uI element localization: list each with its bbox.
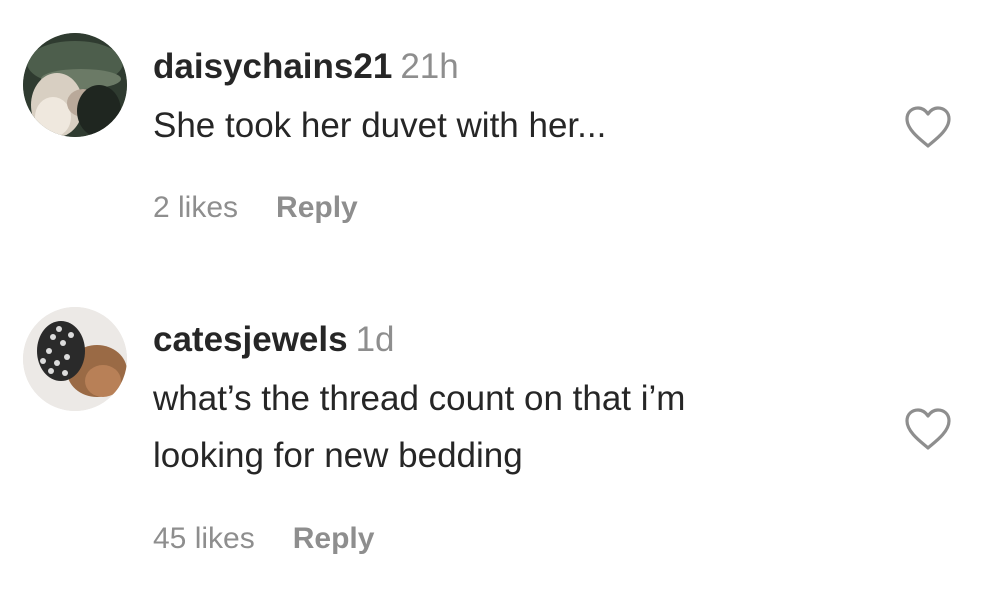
timestamp: 21h [400, 47, 459, 86]
reply-button[interactable]: Reply [293, 522, 375, 555]
heart-outline-icon[interactable] [903, 406, 953, 452]
reply-button[interactable]: Reply [276, 191, 358, 224]
likes-count[interactable]: 2 likes [153, 191, 238, 224]
username[interactable]: daisychains21 [153, 47, 392, 86]
avatar[interactable] [23, 33, 127, 137]
comment-text: what’s the thread count on that i’m look… [153, 370, 873, 484]
comment-text-line: what’s the thread count on that i’m [153, 379, 686, 418]
comment-meta: 45 likes Reply [153, 521, 374, 557]
comment-text-line: She took her duvet with her... [153, 106, 607, 145]
comment-text-line: looking for new bedding [153, 436, 523, 475]
comment-text: She took her duvet with her... [153, 97, 873, 154]
heart-outline-icon[interactable] [903, 104, 953, 150]
username[interactable]: catesjewels [153, 320, 348, 359]
timestamp: 1d [355, 320, 395, 359]
avatar[interactable] [23, 307, 127, 411]
comment-header: daisychains21 21h [153, 47, 459, 87]
comment-meta: 2 likes Reply [153, 190, 358, 226]
comment-header: catesjewels 1d [153, 320, 395, 360]
likes-count[interactable]: 45 likes [153, 522, 255, 555]
